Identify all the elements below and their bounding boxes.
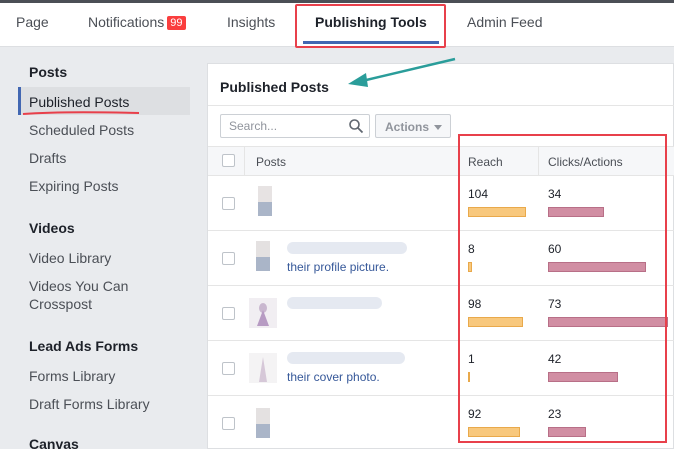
sidebar-item-videos-crosspost[interactable]: Videos You Can Crosspost xyxy=(29,277,128,313)
blurred-post-text xyxy=(287,242,407,254)
post-thumbnail[interactable] xyxy=(249,294,277,332)
header-separator xyxy=(244,147,245,175)
annotation-arrow-icon xyxy=(348,57,456,87)
tab-notifications[interactable]: Notifications 99 xyxy=(88,14,186,30)
sidebar-item-expiring-posts[interactable]: Expiring Posts xyxy=(29,177,118,195)
tab-insights[interactable]: Insights xyxy=(227,14,275,30)
publishing-tools-highlight-box xyxy=(295,4,446,48)
sidebar-heading-lead-ads: Lead Ads Forms xyxy=(29,338,139,354)
row-checkbox[interactable] xyxy=(222,417,235,430)
sidebar-item-videos-crosspost-line2: Crosspost xyxy=(29,296,93,312)
sidebar-item-drafts[interactable]: Drafts xyxy=(29,149,66,167)
blurred-post-text xyxy=(287,297,382,309)
tab-notifications-label: Notifications xyxy=(88,14,165,30)
select-all-checkbox[interactable] xyxy=(222,154,235,167)
actions-dropdown-button[interactable]: Actions xyxy=(375,114,451,138)
actions-label: Actions xyxy=(385,120,430,134)
sidebar-heading-canvas: Canvas xyxy=(29,436,79,449)
sidebar-item-video-library[interactable]: Video Library xyxy=(29,249,111,267)
post-caption[interactable]: their cover photo. xyxy=(287,370,380,384)
post-thumbnail[interactable] xyxy=(249,404,277,442)
notifications-count-badge: 99 xyxy=(167,16,186,30)
column-header-posts[interactable]: Posts xyxy=(256,155,286,169)
sidebar-item-draft-forms-library[interactable]: Draft Forms Library xyxy=(29,395,150,413)
panel-title: Published Posts xyxy=(220,79,329,95)
post-thumbnail[interactable] xyxy=(249,349,277,387)
tab-admin-feed-label: Admin Feed xyxy=(467,14,543,30)
sidebar-heading-posts: Posts xyxy=(29,64,68,80)
post-caption[interactable]: their profile picture. xyxy=(287,260,389,274)
top-strip xyxy=(0,0,674,3)
sidebar-item-published-posts[interactable]: Published Posts xyxy=(29,93,129,111)
sidebar-item-scheduled-posts[interactable]: Scheduled Posts xyxy=(29,121,134,139)
chevron-down-icon xyxy=(434,125,442,130)
reach-clicks-highlight-box xyxy=(458,134,667,443)
published-posts-red-underline xyxy=(22,111,140,115)
sidebar-item-videos-crosspost-line1: Videos You Can xyxy=(29,278,129,294)
search-icon xyxy=(349,119,364,134)
post-thumbnail[interactable] xyxy=(249,239,277,277)
row-checkbox[interactable] xyxy=(222,307,235,320)
search-input[interactable]: Search... xyxy=(220,114,370,138)
row-checkbox[interactable] xyxy=(222,252,235,265)
post-thumbnail[interactable] xyxy=(249,184,277,222)
blurred-post-text xyxy=(287,352,405,364)
panel-divider xyxy=(208,105,674,106)
row-checkbox[interactable] xyxy=(222,362,235,375)
search-placeholder: Search... xyxy=(229,119,278,133)
sidebar: Posts Published Posts Scheduled Posts Dr… xyxy=(0,48,200,449)
row-checkbox[interactable] xyxy=(222,197,235,210)
sidebar-item-forms-library[interactable]: Forms Library xyxy=(29,367,115,385)
tab-page-label: Page xyxy=(16,14,49,30)
tab-insights-label: Insights xyxy=(227,14,276,30)
tab-page[interactable]: Page xyxy=(16,14,49,30)
tab-admin-feed[interactable]: Admin Feed xyxy=(467,14,542,30)
sidebar-heading-videos: Videos xyxy=(29,220,75,236)
